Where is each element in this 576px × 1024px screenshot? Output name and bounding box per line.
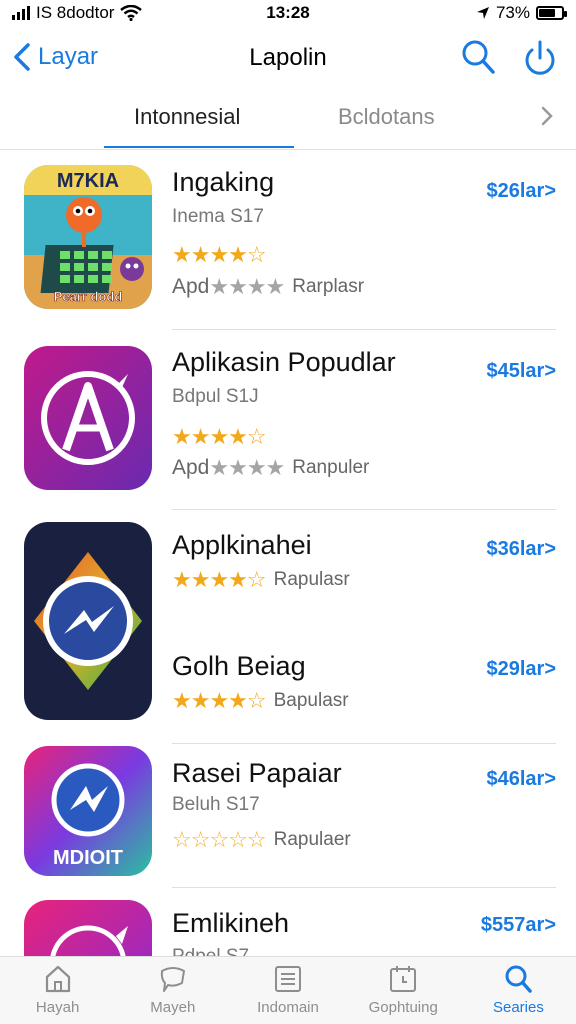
location-arrow-icon [476, 7, 489, 19]
app-subtitle: Pdpel S7 [172, 946, 249, 956]
list-item[interactable]: Emlikineh Pdpel S7 $557ar> [0, 888, 576, 956]
wifi-icon [120, 5, 143, 21]
app-subtitle: Inema S17 [172, 206, 264, 227]
back-label: Layar [38, 43, 99, 70]
app-name: Golh Beiag [172, 651, 306, 681]
app-icon-messenger[interactable] [24, 522, 152, 720]
app-icon-mdioit[interactable]: MDIOIT [24, 746, 152, 876]
price-button[interactable]: $46lar> [486, 768, 556, 791]
tab-calendar[interactable]: Gophtuing [346, 957, 461, 1024]
segment-next-button[interactable] [540, 106, 554, 131]
navigation-bar: Layar Lapolin [0, 30, 576, 88]
tab-label: Gophtuing [368, 999, 438, 1016]
segment-underline [104, 146, 294, 148]
speech-bubble-icon [160, 967, 185, 992]
rating-stars: ★★★★☆ Bapulasr [172, 688, 349, 714]
developer-stars: ★★★★ [209, 274, 285, 299]
rating-stars: ☆☆☆☆☆ Rapulaer [172, 827, 351, 853]
price-button[interactable]: $29lar> [486, 658, 556, 681]
segment-tab-active[interactable]: Intonnesial [134, 104, 240, 130]
chevron-right-icon [541, 106, 553, 126]
nav-actions [460, 38, 558, 76]
price-button[interactable]: $36lar> [486, 538, 556, 561]
battery-icon [536, 6, 567, 20]
developer-label: Rarplasr [292, 276, 365, 297]
app-list: M7KIA Pearr dodd Ingaking Inema S17 ★★★★… [0, 150, 576, 956]
home-icon [45, 965, 70, 993]
rating-stars: ★★★★☆ [172, 242, 267, 268]
power-icon[interactable] [522, 38, 558, 76]
rating-stars: ★★★★☆ Rapulasr [172, 567, 350, 593]
back-button[interactable]: Layar [12, 42, 98, 72]
tab-bar: Hayah Mayeh Indomain Gophtuing Searies [0, 956, 576, 1024]
developer-label: Rapulasr [273, 569, 350, 590]
app-subtitle: Bdpul S1J [172, 386, 259, 407]
tab-label: Indomain [257, 999, 319, 1016]
developer-prefix: Apd [172, 275, 210, 298]
battery-percent: 73% [495, 3, 530, 22]
list-item[interactable]: MDIOIT Rasei Papaiar Beluh S17 ☆☆☆☆☆ Rap… [0, 744, 576, 888]
chevron-left-icon [14, 43, 30, 71]
app-icon-text-top: M7KIA [57, 170, 119, 192]
status-left: IS 8dodtor [12, 3, 143, 23]
app-icon-a[interactable] [24, 346, 152, 490]
tab-label: Hayah [35, 999, 80, 1016]
developer-rating: Apd ★★★★ Rarplasr [172, 274, 364, 300]
list-item[interactable]: Applkinahei ★★★★☆ Rapulasr $36lar> Golh … [0, 510, 576, 744]
developer-label: Bapulasr [273, 690, 349, 711]
app-name: Aplikasin Popudlar [172, 347, 396, 377]
developer-rating: Apd ★★★★ Ranpuler [172, 455, 369, 481]
app-name: Applkinahei [172, 530, 312, 560]
price-button[interactable]: $26lar> [486, 180, 556, 203]
app-icon-partial[interactable] [24, 900, 152, 956]
rating-stars-glyphs: ★★★★☆ [172, 242, 267, 267]
tab-label: Mayeh [150, 999, 196, 1016]
app-icon-text-bottom: MDIOIT [53, 847, 123, 869]
tab-home[interactable]: Hayah [0, 957, 115, 1024]
list-item[interactable]: M7KIA Pearr dodd Ingaking Inema S17 ★★★★… [0, 150, 576, 330]
price-button[interactable]: $45lar> [486, 360, 556, 383]
app-name: Ingaking [172, 167, 275, 197]
developer-prefix: Apd [172, 456, 210, 479]
price-button[interactable]: $557ar> [481, 914, 556, 937]
rating-stars-glyphs: ★★★★☆ [172, 424, 267, 449]
app-icon-game[interactable]: M7KIA Pearr dodd [24, 165, 152, 309]
developer-label: Rapulaer [273, 829, 351, 850]
segment-control: Intonnesial Bcldotans [0, 96, 576, 150]
calendar-icon [390, 966, 417, 992]
tab-search[interactable]: Searies [461, 957, 576, 1024]
status-right: 73% [476, 3, 567, 23]
tab-list[interactable]: Indomain [230, 957, 345, 1024]
list-item[interactable]: Aplikasin Popudlar Bdpul S1J ★★★★☆ Apd ★… [0, 330, 576, 510]
carrier-label: IS 8dodtor [36, 3, 115, 22]
app-subtitle: Beluh S17 [172, 794, 260, 815]
rating-stars-glyphs: ★★★★☆ [172, 688, 267, 713]
app-name: Rasei Papaiar [172, 758, 342, 788]
app-icon-text-bottom: Pearr dodd [54, 289, 123, 304]
developer-stars: ★★★★ [209, 455, 285, 480]
segment-tab-inactive[interactable]: Bcldotans [338, 104, 435, 130]
tab-label: Searies [492, 999, 544, 1016]
status-bar: IS 8dodtor 13:28 73% [0, 0, 576, 26]
app-name: Emlikineh [172, 908, 290, 938]
tab-messages[interactable]: Mayeh [115, 957, 230, 1024]
signal-icon [12, 6, 30, 20]
search-icon [505, 965, 533, 993]
list-icon [275, 966, 301, 992]
developer-label: Ranpuler [292, 457, 370, 478]
search-icon[interactable] [460, 38, 496, 76]
rating-stars-glyphs: ★★★★☆ [172, 567, 267, 592]
rating-stars: ★★★★☆ [172, 424, 267, 450]
rating-stars-glyphs: ☆☆☆☆☆ [172, 827, 267, 852]
